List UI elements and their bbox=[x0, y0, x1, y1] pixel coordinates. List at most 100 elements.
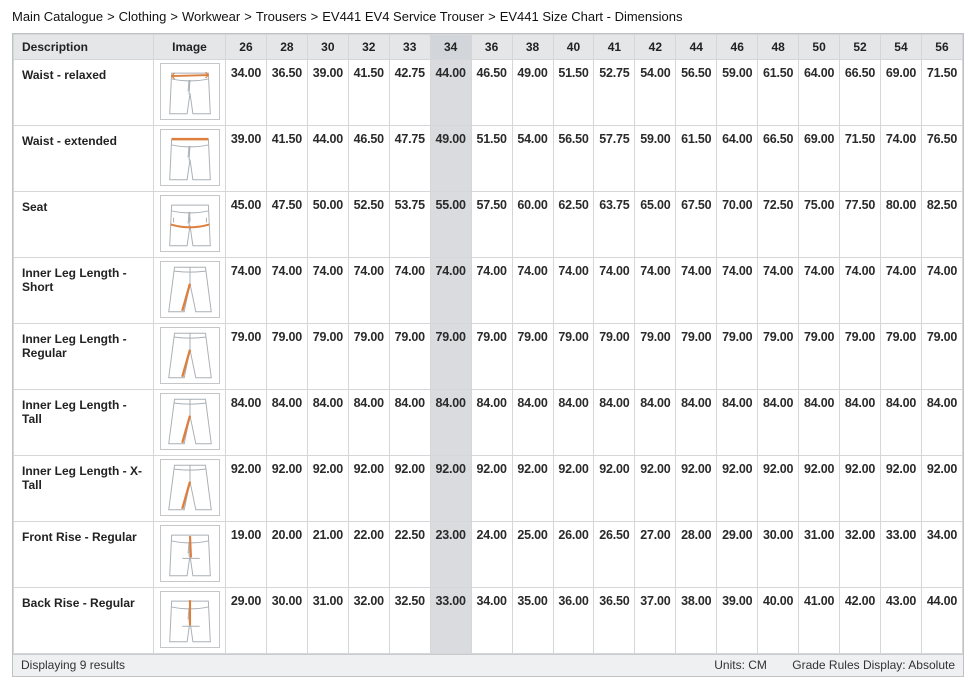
measurement-value: 84.00 bbox=[389, 390, 430, 456]
measurement-value: 41.50 bbox=[348, 60, 389, 126]
measurement-value: 54.00 bbox=[635, 60, 676, 126]
measurement-value: 74.00 bbox=[348, 258, 389, 324]
size-column-header-56[interactable]: 56 bbox=[921, 35, 962, 60]
measurement-value: 84.00 bbox=[594, 390, 635, 456]
inner-leg-diagram[interactable] bbox=[160, 393, 220, 450]
measurement-value: 92.00 bbox=[512, 456, 553, 522]
measurement-value: 60.00 bbox=[512, 192, 553, 258]
size-column-header-30[interactable]: 30 bbox=[307, 35, 348, 60]
measurement-value: 76.50 bbox=[921, 126, 962, 192]
breadcrumb-link[interactable]: EV441 EV4 Service Trouser bbox=[322, 9, 484, 24]
breadcrumb-link[interactable]: Clothing bbox=[119, 9, 167, 24]
measurement-value: 84.00 bbox=[881, 390, 922, 456]
measurement-value: 84.00 bbox=[348, 390, 389, 456]
measurement-value: 38.00 bbox=[676, 588, 717, 654]
measurement-value: 79.00 bbox=[512, 324, 553, 390]
table-row: Back Rise - Regular29.0030.0031.0032.003… bbox=[14, 588, 963, 654]
measurement-value: 74.00 bbox=[717, 258, 758, 324]
measurement-value: 36.00 bbox=[553, 588, 594, 654]
measurement-value: 92.00 bbox=[676, 456, 717, 522]
size-column-header-33[interactable]: 33 bbox=[389, 35, 430, 60]
measurement-value: 23.00 bbox=[430, 522, 471, 588]
size-column-header-46[interactable]: 46 bbox=[717, 35, 758, 60]
measurement-value: 72.50 bbox=[758, 192, 799, 258]
row-description: Inner Leg Length - Regular bbox=[14, 324, 154, 390]
front-rise-diagram[interactable] bbox=[160, 525, 220, 582]
seat-diagram[interactable] bbox=[160, 195, 220, 252]
measurement-value: 74.00 bbox=[758, 258, 799, 324]
measurement-value: 92.00 bbox=[471, 456, 512, 522]
inner-leg-diagram[interactable] bbox=[160, 459, 220, 516]
size-column-header-52[interactable]: 52 bbox=[840, 35, 881, 60]
measurement-value: 74.00 bbox=[226, 258, 267, 324]
measurement-value: 92.00 bbox=[389, 456, 430, 522]
waist-relaxed-diagram[interactable] bbox=[160, 63, 220, 120]
measurement-value: 74.00 bbox=[389, 258, 430, 324]
measurement-value: 52.50 bbox=[348, 192, 389, 258]
measurement-value: 36.50 bbox=[266, 60, 307, 126]
inner-leg-diagram[interactable] bbox=[160, 261, 220, 318]
units-display: Units: CM bbox=[714, 658, 767, 672]
breadcrumb-link[interactable]: Workwear bbox=[182, 9, 240, 24]
measurement-value: 29.00 bbox=[226, 588, 267, 654]
breadcrumb-link[interactable]: Trousers bbox=[256, 9, 307, 24]
measurement-value: 63.75 bbox=[594, 192, 635, 258]
measurement-value: 47.50 bbox=[266, 192, 307, 258]
back-rise-diagram[interactable] bbox=[160, 591, 220, 648]
size-column-header-44[interactable]: 44 bbox=[676, 35, 717, 60]
size-column-header-38[interactable]: 38 bbox=[512, 35, 553, 60]
measurement-value: 66.50 bbox=[840, 60, 881, 126]
size-column-header-42[interactable]: 42 bbox=[635, 35, 676, 60]
measurement-value: 46.50 bbox=[471, 60, 512, 126]
measurement-value: 79.00 bbox=[840, 324, 881, 390]
measurement-value: 79.00 bbox=[266, 324, 307, 390]
description-column-header: Description bbox=[14, 35, 154, 60]
row-description: Inner Leg Length - Short bbox=[14, 258, 154, 324]
measurement-value: 74.00 bbox=[840, 258, 881, 324]
size-column-header-50[interactable]: 50 bbox=[799, 35, 840, 60]
measurement-value: 84.00 bbox=[471, 390, 512, 456]
size-column-header-48[interactable]: 48 bbox=[758, 35, 799, 60]
breadcrumb-link[interactable]: Main Catalogue bbox=[12, 9, 103, 24]
measurement-value: 22.50 bbox=[389, 522, 430, 588]
measurement-value: 74.00 bbox=[471, 258, 512, 324]
size-chart-table: Description Image 2628303233343638404142… bbox=[13, 34, 963, 654]
table-row: Waist - relaxed34.0036.5039.0041.5042.75… bbox=[14, 60, 963, 126]
size-column-header-36[interactable]: 36 bbox=[471, 35, 512, 60]
table-footer: Displaying 9 results Units: CM Grade Rul… bbox=[13, 654, 963, 676]
size-column-header-32[interactable]: 32 bbox=[348, 35, 389, 60]
measurement-value: 74.00 bbox=[921, 258, 962, 324]
measurement-value: 79.00 bbox=[430, 324, 471, 390]
measurement-value: 77.50 bbox=[840, 192, 881, 258]
measurement-value: 26.50 bbox=[594, 522, 635, 588]
size-column-header-40[interactable]: 40 bbox=[553, 35, 594, 60]
size-chart-panel: Description Image 2628303233343638404142… bbox=[12, 33, 964, 677]
measurement-value: 42.75 bbox=[389, 60, 430, 126]
measurement-value: 67.50 bbox=[676, 192, 717, 258]
measurement-value: 24.00 bbox=[471, 522, 512, 588]
size-column-header-41[interactable]: 41 bbox=[594, 35, 635, 60]
size-column-header-26[interactable]: 26 bbox=[226, 35, 267, 60]
size-column-header-34[interactable]: 34 bbox=[430, 35, 471, 60]
size-column-header-28[interactable]: 28 bbox=[266, 35, 307, 60]
measurement-value: 79.00 bbox=[553, 324, 594, 390]
measurement-value: 74.00 bbox=[676, 258, 717, 324]
measurement-value: 41.00 bbox=[799, 588, 840, 654]
measurement-value: 33.00 bbox=[881, 522, 922, 588]
row-description: Front Rise - Regular bbox=[14, 522, 154, 588]
measurement-value: 92.00 bbox=[266, 456, 307, 522]
waist-extended-diagram[interactable] bbox=[160, 129, 220, 186]
inner-leg-diagram[interactable] bbox=[160, 327, 220, 384]
measurement-value: 84.00 bbox=[921, 390, 962, 456]
grade-rules-display: Grade Rules Display: Absolute bbox=[792, 658, 955, 672]
measurement-value: 49.00 bbox=[512, 60, 553, 126]
size-column-header-54[interactable]: 54 bbox=[881, 35, 922, 60]
measurement-value: 84.00 bbox=[512, 390, 553, 456]
table-header-row: Description Image 2628303233343638404142… bbox=[14, 35, 963, 60]
measurement-value: 92.00 bbox=[799, 456, 840, 522]
measurement-value: 30.00 bbox=[758, 522, 799, 588]
measurement-value: 92.00 bbox=[307, 456, 348, 522]
measurement-value: 71.50 bbox=[840, 126, 881, 192]
measurement-value: 34.00 bbox=[921, 522, 962, 588]
measurement-value: 64.00 bbox=[717, 126, 758, 192]
